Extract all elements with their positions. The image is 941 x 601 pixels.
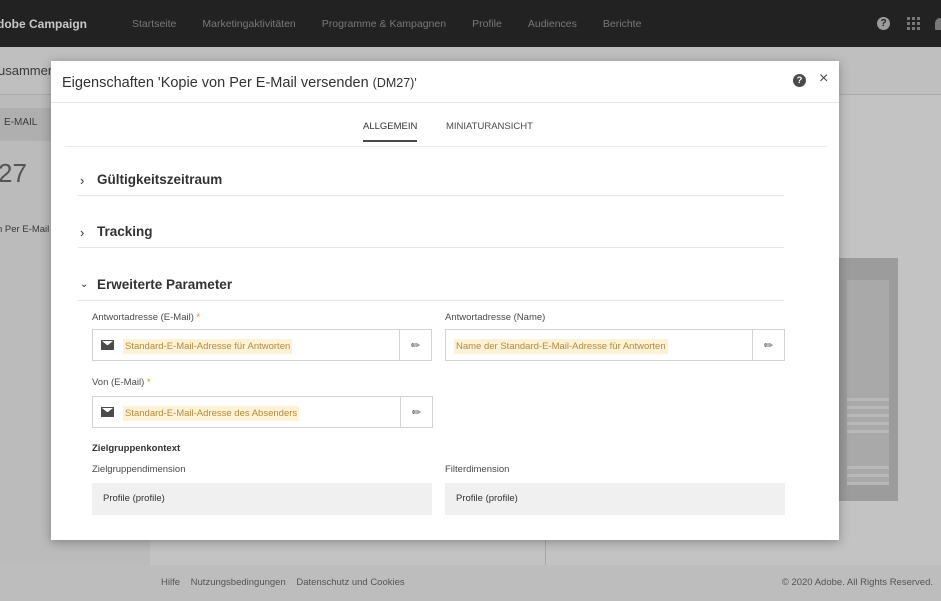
target-dimension-label: Zielgruppendimension [92, 464, 186, 475]
target-context-heading: Zielgruppenkontext [92, 443, 181, 454]
chevron-down-icon: ⌄ [80, 279, 89, 290]
from-email-placeholder: Standard-E-Mail-Adresse des Absenders [123, 406, 300, 421]
reply-name-field[interactable]: Name der Standard-E-Mail-Adresse für Ant… [445, 329, 785, 361]
chevron-right-icon: › [80, 173, 85, 188]
from-email-label: Von (E-Mail) * [92, 377, 151, 388]
filter-dimension-field: Profile (profile) [445, 483, 785, 515]
section-erweiterte-parameter[interactable]: ⌄ Erweiterte Parameter [78, 271, 784, 301]
target-dimension-value: Profile (profile) [103, 493, 165, 504]
mail-icon [101, 340, 114, 350]
tab-miniaturansicht[interactable]: MINIATURANSICHT [446, 121, 533, 132]
reply-name-label: Antwortadresse (Name) [445, 312, 546, 323]
reply-name-placeholder: Name der Standard-E-Mail-Adresse für Ant… [454, 339, 668, 354]
section-title: Tracking [97, 224, 153, 239]
dialog-title-text: Eigenschaften 'Kopie von Per E-Mail vers… [62, 75, 373, 91]
reply-email-field[interactable]: Standard-E-Mail-Adresse für Antworten ✏ [92, 329, 432, 361]
mail-icon [101, 407, 114, 417]
dialog-title-code: (DM27)' [372, 76, 417, 90]
chevron-right-icon: › [80, 225, 85, 240]
dialog-help-icon[interactable]: ? [793, 74, 806, 87]
tabs-divider [65, 146, 827, 147]
dialog-header: Eigenschaften 'Kopie von Per E-Mail vers… [51, 61, 839, 103]
reply-email-placeholder: Standard-E-Mail-Adresse für Antworten [123, 339, 293, 354]
dialog-close-icon[interactable]: × [819, 71, 828, 87]
pencil-icon[interactable]: ✏ [400, 397, 432, 427]
target-dimension-field: Profile (profile) [92, 483, 432, 515]
filter-dimension-label: Filterdimension [445, 464, 510, 475]
pencil-icon[interactable]: ✏ [399, 330, 431, 360]
from-email-field[interactable]: Standard-E-Mail-Adresse des Absenders ✏ [92, 396, 433, 428]
properties-dialog: Eigenschaften 'Kopie von Per E-Mail vers… [51, 61, 839, 540]
tab-allgemein[interactable]: ALLGEMEIN [363, 121, 418, 142]
dialog-tabs: ALLGEMEIN MINIATURANSICHT [51, 104, 839, 146]
filter-dimension-value: Profile (profile) [456, 493, 518, 504]
reply-email-label: Antwortadresse (E-Mail) * [92, 312, 201, 323]
section-tracking[interactable]: › Tracking [78, 218, 784, 248]
section-title: Erweiterte Parameter [97, 277, 233, 292]
dialog-title: Eigenschaften 'Kopie von Per E-Mail vers… [62, 75, 417, 91]
section-title: Gültigkeitszeitraum [97, 172, 223, 187]
section-gueltigkeitszeitraum[interactable]: › Gültigkeitszeitraum [78, 166, 784, 196]
pencil-icon[interactable]: ✏ [752, 330, 784, 360]
